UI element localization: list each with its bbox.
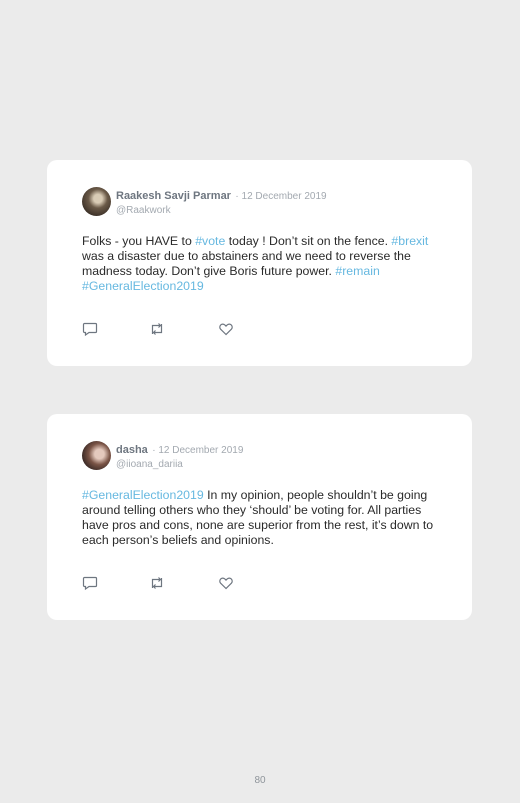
tweet-date: · 12 December 2019 (235, 191, 327, 202)
tweet-text: #GeneralElection2019 In my opinion, peop… (82, 488, 442, 548)
reply-icon[interactable] (82, 575, 98, 591)
retweet-icon[interactable] (149, 321, 165, 337)
hashtag-link[interactable]: #GeneralElection2019 (82, 279, 204, 293)
hashtag-link[interactable]: #GeneralElection2019 (82, 488, 204, 502)
tweet-text: Folks - you HAVE to #vote today ! Don’t … (82, 234, 442, 294)
retweet-icon[interactable] (149, 575, 165, 591)
author-name[interactable]: dasha (116, 444, 148, 456)
author-handle[interactable]: @iioana_dariia (116, 458, 243, 471)
author-handle[interactable]: @Raakwork (116, 204, 327, 217)
tweet-header: dasha · 12 December 2019 @iioana_dariia (116, 442, 243, 471)
like-icon[interactable] (218, 575, 234, 591)
tweet-card: dasha · 12 December 2019 @iioana_dariia … (47, 414, 472, 620)
tweet-date: · 12 December 2019 (152, 445, 244, 456)
page-number: 80 (254, 775, 266, 786)
like-icon[interactable] (218, 321, 234, 337)
text-segment: Folks - you HAVE to (82, 234, 196, 248)
text-segment: today ! Don’t sit on the fence. (225, 234, 392, 248)
hashtag-link[interactable]: #brexit (391, 234, 428, 248)
author-name[interactable]: Raakesh Savji Parmar (116, 190, 231, 202)
avatar[interactable] (82, 187, 111, 216)
hashtag-link[interactable]: #vote (195, 234, 225, 248)
hashtag-link[interactable]: #remain (335, 264, 379, 278)
tweet-card: Raakesh Savji Parmar · 12 December 2019 … (47, 160, 472, 366)
avatar[interactable] (82, 441, 111, 470)
reply-icon[interactable] (82, 321, 98, 337)
tweet-header: Raakesh Savji Parmar · 12 December 2019 … (116, 188, 327, 217)
